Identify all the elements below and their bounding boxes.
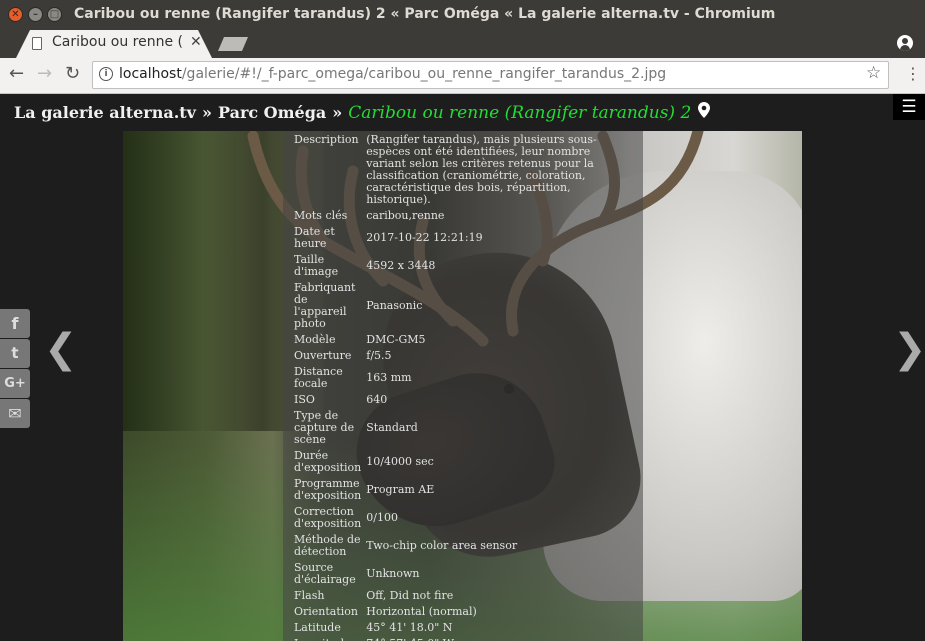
exif-row: Correction d'exposition 0/100 bbox=[291, 504, 634, 532]
maximize-icon: □ bbox=[49, 9, 60, 20]
exif-key: Fabriquant de l'appareil photo bbox=[294, 281, 356, 330]
window-close-button[interactable]: ✕ bbox=[8, 7, 23, 22]
map-pin-icon[interactable] bbox=[698, 102, 710, 118]
bookmark-star-icon[interactable]: ☆ bbox=[866, 63, 881, 83]
twitter-share-button[interactable]: t bbox=[0, 339, 30, 368]
minimize-icon: – bbox=[33, 9, 38, 20]
exif-key: Durée d'exposition bbox=[294, 449, 362, 474]
exif-value: Program AE bbox=[366, 483, 435, 496]
breadcrumb-album-link[interactable]: Parc Oméga bbox=[218, 103, 326, 122]
exif-value: Standard bbox=[366, 421, 418, 434]
info-icon[interactable]: i bbox=[99, 67, 113, 81]
exif-row: Flash Off, Did not fire bbox=[291, 588, 634, 604]
exif-value: 74° 57' 45.0" W bbox=[363, 636, 634, 641]
exif-row: Mots clés caribou,renne bbox=[291, 208, 634, 224]
window-maximize-button[interactable]: □ bbox=[47, 7, 62, 22]
exif-row: Méthode de détection Two-chip color area … bbox=[291, 532, 634, 560]
google-plus-share-button[interactable]: G+ bbox=[0, 369, 30, 398]
exif-key: Latitude bbox=[294, 621, 341, 634]
profile-icon[interactable] bbox=[897, 35, 913, 51]
facebook-share-button[interactable]: f bbox=[0, 309, 30, 338]
exif-key: Distance focale bbox=[294, 365, 343, 390]
browser-menu-icon[interactable]: ⋮ bbox=[905, 64, 921, 83]
exif-row: ISO 640 bbox=[291, 392, 634, 408]
breadcrumb-home-link[interactable]: La galerie alterna.tv bbox=[14, 103, 196, 122]
back-button[interactable]: ← bbox=[9, 63, 24, 85]
exif-row: Date et heure 2017-10-22 12:21:19 bbox=[291, 224, 634, 252]
exif-key: Orientation bbox=[294, 605, 359, 618]
exif-key: Modèle bbox=[294, 333, 336, 346]
window-title: Caribou ou renne (Rangifer tarandus) 2 «… bbox=[74, 6, 776, 22]
exif-value: caribou,renne bbox=[366, 209, 445, 222]
exif-key: Source d'éclairage bbox=[294, 561, 356, 586]
exif-key: Date et heure bbox=[294, 225, 335, 250]
exif-row: Description (Rangifer tarandus), mais plu… bbox=[291, 132, 634, 208]
exif-key: Méthode de détection bbox=[294, 533, 361, 558]
exif-value: Unknown bbox=[366, 567, 420, 580]
exif-row: Distance focale 163 mm bbox=[291, 364, 634, 392]
exif-key: Taille d'image bbox=[294, 253, 339, 278]
exif-value: DMC-GM5 bbox=[366, 333, 426, 346]
exif-table: Description (Rangifer tarandus), mais plu… bbox=[291, 132, 634, 641]
twitter-icon: t bbox=[11, 344, 19, 362]
exif-row: Orientation Horizontal (normal) bbox=[291, 604, 634, 620]
exif-key: ISO bbox=[294, 393, 315, 406]
exif-key: Correction d'exposition bbox=[294, 505, 362, 530]
exif-value: Two-chip color area sensor bbox=[366, 539, 518, 552]
exif-key: Ouverture bbox=[294, 349, 352, 362]
facebook-icon: f bbox=[11, 314, 19, 333]
exif-key: Programme d'exposition bbox=[294, 477, 362, 502]
exif-row: Fabriquant de l'appareil photo Panasonic bbox=[291, 280, 634, 332]
close-icon: ✕ bbox=[11, 9, 20, 20]
page-favicon-icon bbox=[32, 37, 42, 50]
exif-value: (Rangifer tarandus), mais plusieurs sous… bbox=[366, 133, 597, 206]
email-share-button[interactable]: ✉ bbox=[0, 399, 30, 428]
exif-row: Latitude 45° 41' 18.0" N bbox=[291, 620, 634, 636]
exif-key: Longitude bbox=[291, 636, 363, 641]
exif-panel: Description (Rangifer tarandus), mais plu… bbox=[283, 131, 643, 641]
exif-value: 2017-10-22 12:21:19 bbox=[366, 231, 483, 244]
exif-row: Source d'éclairage Unknown bbox=[291, 560, 634, 588]
window-minimize-button[interactable]: – bbox=[28, 7, 43, 22]
url-path: /galerie/#!/_f-parc_omega/caribou_ou_ren… bbox=[181, 66, 667, 82]
breadcrumb: La galerie alterna.tv » Parc Oméga » Caribou… bbox=[14, 103, 691, 123]
exif-value: f/5.5 bbox=[366, 349, 392, 362]
exif-row: Type de capture de scène Standard bbox=[291, 408, 634, 448]
exif-row: Ouverture f/5.5 bbox=[291, 348, 634, 364]
google-plus-icon: G+ bbox=[4, 376, 26, 391]
reload-button[interactable]: ↻ bbox=[65, 63, 80, 85]
menu-button[interactable]: ☰ bbox=[893, 94, 925, 120]
exif-key: Flash bbox=[294, 589, 325, 602]
exif-row: Longitude74° 57' 45.0" W bbox=[291, 636, 634, 641]
url-text[interactable]: localhost/galerie/#!/_f-parc_omega/carib… bbox=[119, 66, 666, 82]
tab-title[interactable]: Caribou ou renne (R bbox=[52, 34, 182, 50]
exif-row: Programme d'exposition Program AE bbox=[291, 476, 634, 504]
exif-row: Durée d'exposition 10/4000 sec bbox=[291, 448, 634, 476]
exif-row: Taille d'image 4592 x 3448 bbox=[291, 252, 634, 280]
exif-value: 163 mm bbox=[366, 371, 412, 384]
exif-value: 45° 41' 18.0" N bbox=[366, 621, 453, 634]
email-icon: ✉ bbox=[8, 404, 22, 423]
exif-value: Panasonic bbox=[366, 299, 423, 312]
url-host: localhost bbox=[119, 66, 182, 82]
exif-value: 10/4000 sec bbox=[366, 455, 434, 468]
breadcrumb-separator: » bbox=[201, 103, 212, 122]
exif-value: 640 bbox=[366, 393, 388, 406]
forward-button[interactable]: → bbox=[37, 63, 52, 85]
exif-key: Description bbox=[294, 133, 359, 146]
exif-key: Type de capture de scène bbox=[294, 409, 355, 446]
previous-photo-arrow[interactable]: ❮ bbox=[44, 326, 78, 372]
exif-value: Horizontal (normal) bbox=[366, 605, 477, 618]
next-photo-arrow[interactable]: ❯ bbox=[893, 326, 925, 372]
exif-value: 0/100 bbox=[366, 511, 398, 524]
exif-value: 4592 x 3448 bbox=[366, 259, 436, 272]
breadcrumb-current: Caribou ou renne (Rangifer tarandus) 2 bbox=[348, 103, 692, 123]
breadcrumb-separator: » bbox=[332, 103, 343, 122]
exif-row: Modèle DMC-GM5 bbox=[291, 332, 634, 348]
exif-value: Off, Did not fire bbox=[366, 589, 454, 602]
tab-close-icon[interactable]: ✕ bbox=[190, 34, 202, 50]
exif-key: Mots clés bbox=[294, 209, 348, 222]
